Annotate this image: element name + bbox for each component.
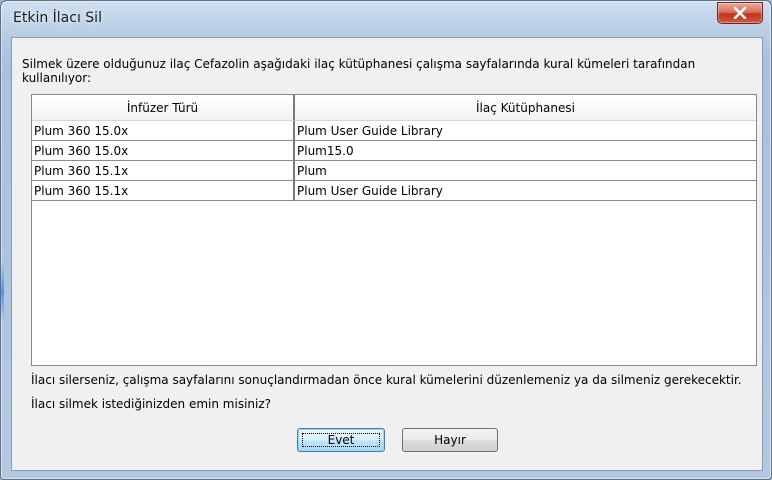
cell-drug-library: Plum User Guide Library: [295, 121, 756, 141]
column-header-drug-library[interactable]: İlaç Kütüphanesi: [295, 95, 756, 121]
column-header-infuser-type[interactable]: İnfüzer Türü: [32, 95, 295, 121]
cell-infuser-type: Plum 360 15.1x: [32, 161, 295, 181]
window-edge-glow: [1, 261, 4, 321]
table-row[interactable]: Plum 360 15.1x Plum: [32, 161, 756, 181]
cell-infuser-type: Plum 360 15.0x: [32, 141, 295, 161]
cell-drug-library: Plum User Guide Library: [295, 181, 756, 201]
close-x-icon: [733, 7, 747, 19]
warning-text: İlacı silerseniz, çalışma sayfalarını so…: [31, 373, 742, 387]
dialog-message: Silmek üzere olduğunuz ilaç Cefazolin aş…: [22, 57, 696, 85]
title-bar[interactable]: Etkin İlacı Sil: [1, 1, 771, 37]
usage-table[interactable]: İnfüzer Türü İlaç Kütüphanesi Plum 360 1…: [31, 94, 757, 366]
cell-infuser-type: Plum 360 15.1x: [32, 181, 295, 201]
yes-button-label: Evet: [327, 433, 355, 447]
close-button[interactable]: [717, 2, 763, 24]
cell-drug-library: Plum: [295, 161, 756, 181]
cell-drug-library: Plum15.0: [295, 141, 756, 161]
no-button-label: Hayır: [434, 433, 466, 447]
table-row[interactable]: Plum 360 15.0x Plum User Guide Library: [32, 121, 756, 141]
no-button[interactable]: Hayır: [402, 428, 498, 452]
table-body: Plum 360 15.0x Plum User Guide Library P…: [32, 121, 756, 201]
cell-infuser-type: Plum 360 15.0x: [32, 121, 295, 141]
window-title: Etkin İlacı Sil: [13, 10, 102, 26]
confirmation-question: İlacı silmek istediğinizden emin misiniz…: [31, 397, 272, 411]
dialog-window: Etkin İlacı Sil Silmek üzere olduğunuz i…: [0, 0, 772, 480]
table-row[interactable]: Plum 360 15.1x Plum User Guide Library: [32, 181, 756, 201]
table-header: İnfüzer Türü İlaç Kütüphanesi: [32, 95, 756, 121]
table-row[interactable]: Plum 360 15.0x Plum15.0: [32, 141, 756, 161]
yes-button[interactable]: Evet: [297, 428, 385, 452]
